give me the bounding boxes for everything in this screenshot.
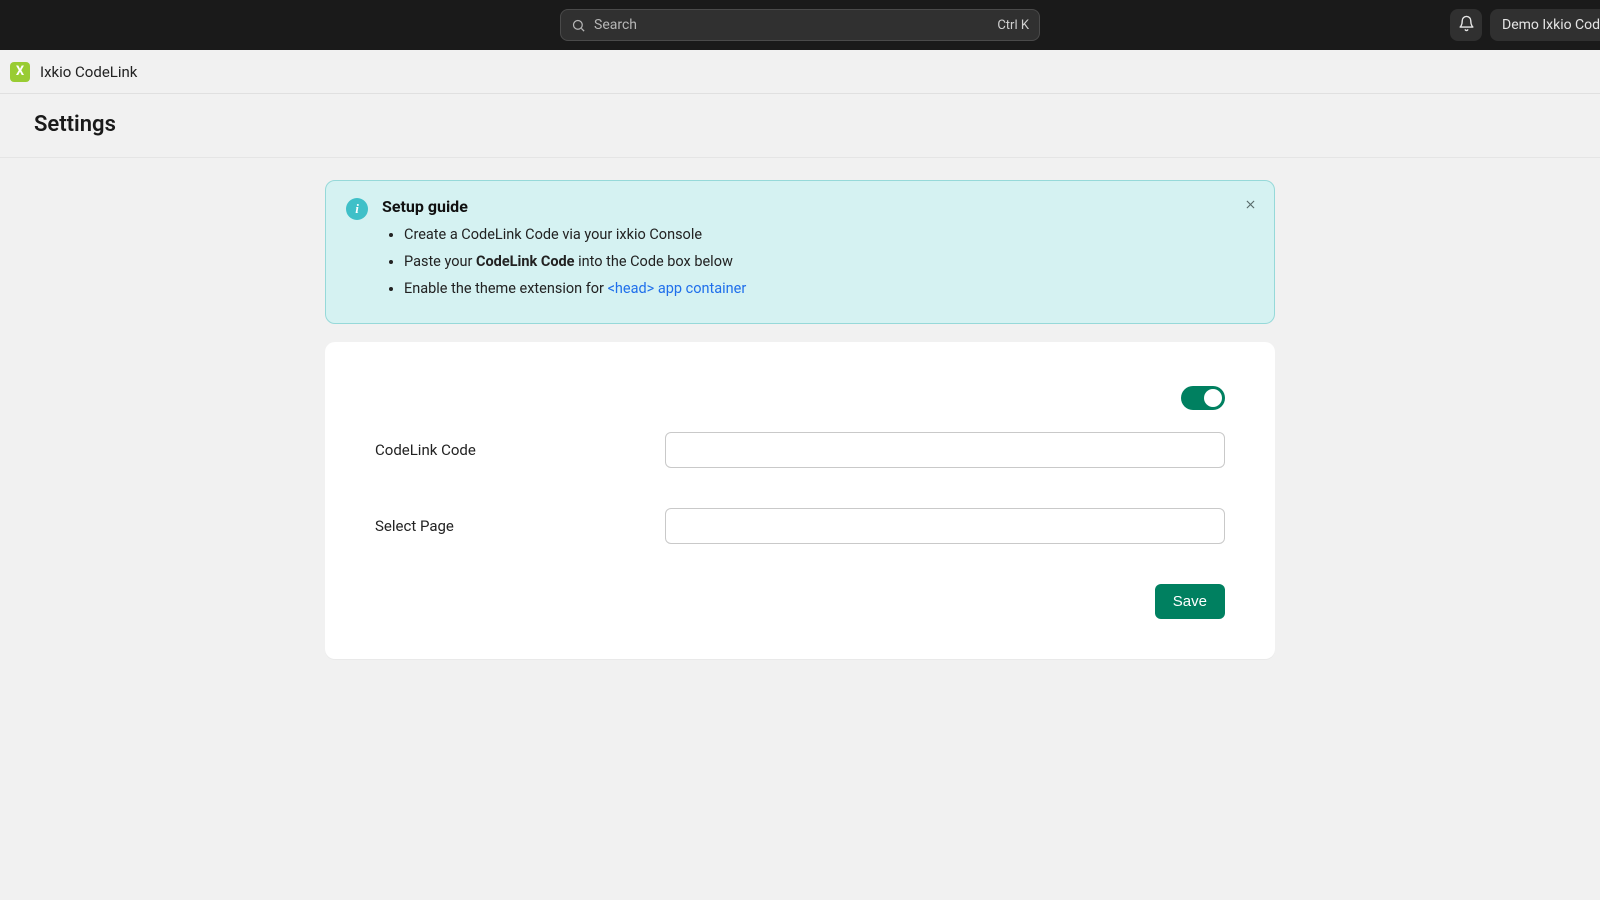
search-shortcut: Ctrl K (997, 18, 1029, 33)
banner-close-button[interactable] (1240, 195, 1260, 215)
search-placeholder: Search (594, 17, 989, 33)
close-icon (1244, 196, 1257, 215)
codelink-code-label: CodeLink Code (375, 441, 645, 459)
topbar-right: Demo Ixkio Cod (1450, 0, 1600, 50)
toggle-knob (1204, 389, 1222, 407)
info-icon: i (346, 198, 368, 220)
bell-icon (1458, 15, 1475, 36)
store-name: Demo Ixkio Cod (1502, 17, 1600, 33)
select-page-input[interactable] (665, 508, 1225, 544)
banner-title: Setup guide (382, 197, 1254, 216)
app-logo-letter: X (16, 64, 24, 79)
select-page-label: Select Page (375, 517, 645, 535)
codelink-code-input[interactable] (665, 432, 1225, 468)
enable-toggle[interactable] (1181, 386, 1225, 410)
banner-item-2: Paste your CodeLink Code into the Code b… (404, 251, 1254, 272)
store-switcher[interactable]: Demo Ixkio Cod (1490, 9, 1600, 41)
page-header: Settings (0, 94, 1600, 158)
banner-item-3: Enable the theme extension for <head> ap… (404, 278, 1254, 299)
save-button[interactable]: Save (1155, 584, 1225, 619)
row-select-page: Select Page (375, 508, 1225, 544)
banner-item-1: Create a CodeLink Code via your ixkio Co… (404, 224, 1254, 245)
row-codelink-code: CodeLink Code (375, 432, 1225, 468)
head-container-link[interactable]: <head> app container (608, 280, 747, 297)
page-title: Settings (34, 112, 1566, 137)
setup-guide-banner: i Setup guide Create a CodeLink Code via… (325, 180, 1275, 324)
content-column: i Setup guide Create a CodeLink Code via… (325, 180, 1275, 659)
app-logo: X (10, 62, 30, 82)
app-strip: X Ixkio CodeLink (0, 50, 1600, 94)
notifications-button[interactable] (1450, 9, 1482, 41)
app-name: Ixkio CodeLink (40, 63, 137, 81)
settings-card: CodeLink Code Select Page Save (325, 342, 1275, 659)
global-search[interactable]: Search Ctrl K (560, 9, 1040, 41)
topbar: Search Ctrl K Demo Ixkio Cod (0, 0, 1600, 50)
banner-list: Create a CodeLink Code via your ixkio Co… (382, 224, 1254, 299)
search-icon (571, 18, 586, 33)
